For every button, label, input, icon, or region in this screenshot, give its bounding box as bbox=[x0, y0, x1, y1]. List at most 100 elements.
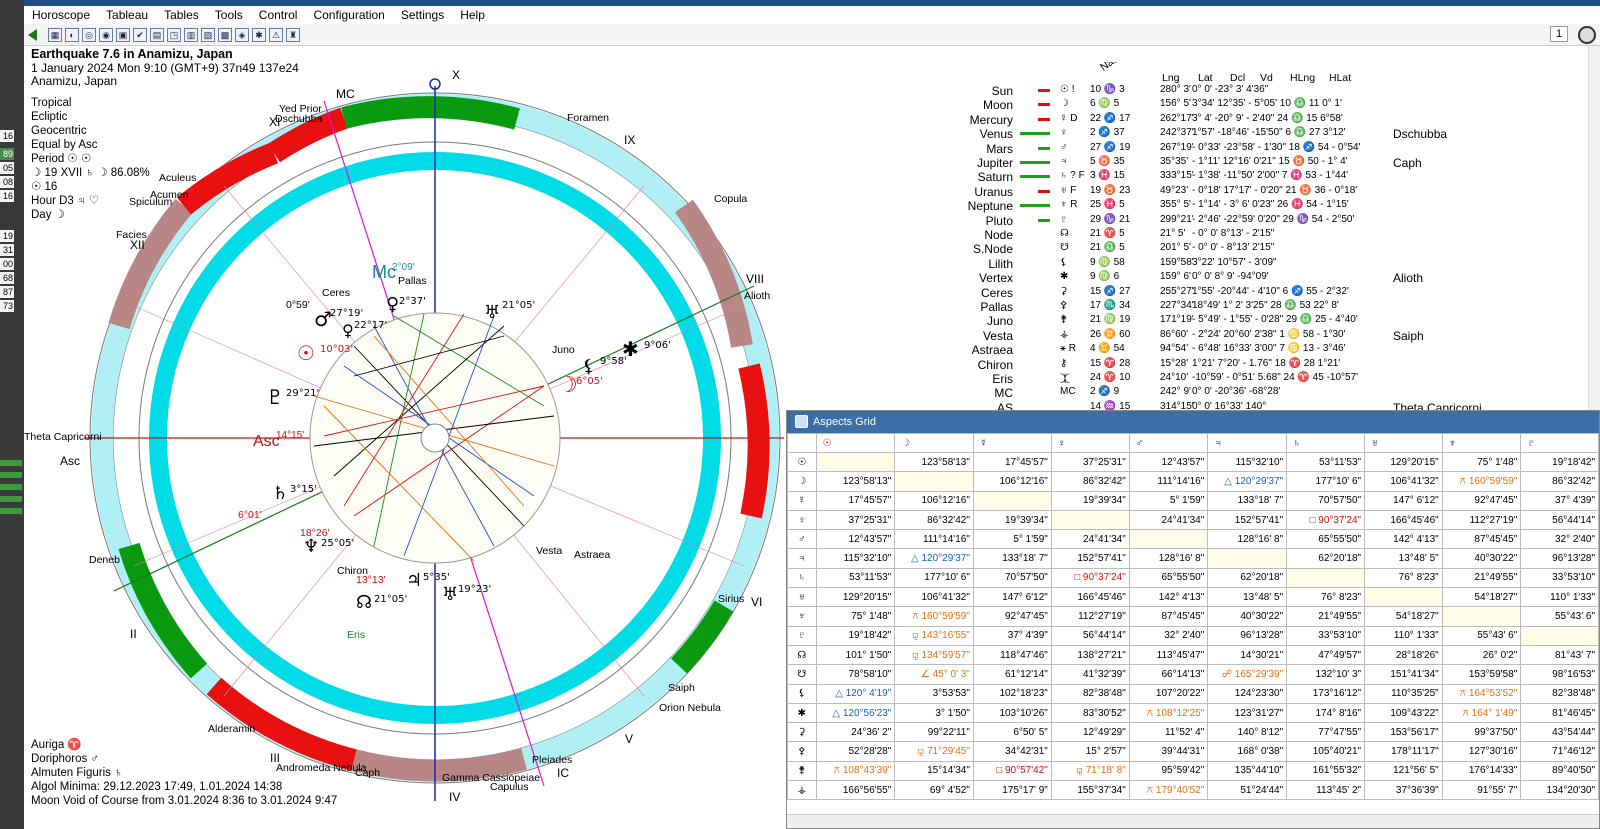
aspect-cell[interactable]: 86°32'42" bbox=[1050, 471, 1130, 492]
planet-row[interactable]: Astraea ⚹ R 4 ♊ 54 94°54' - 6°48' 16°33' 3'0… bbox=[940, 343, 1600, 357]
aspect-cell[interactable] bbox=[894, 471, 974, 492]
aspect-cell[interactable]: 174° 8'16" bbox=[1286, 702, 1366, 724]
aspect-cell[interactable]: 66°14'13" bbox=[1128, 664, 1209, 685]
node-glyph[interactable]: ☊ bbox=[356, 592, 372, 613]
aspect-cell[interactable]: 111°14'16" bbox=[894, 529, 974, 550]
aspect-cell[interactable]: 111°14'16" bbox=[1128, 471, 1209, 492]
aspect-cell[interactable]: 82°38'48" bbox=[1520, 683, 1599, 704]
back-arrow-icon[interactable] bbox=[28, 28, 37, 41]
aspect-cell[interactable]: 19°39'34" bbox=[1050, 490, 1130, 511]
aspect-cell[interactable]: 5° 1'59" bbox=[1128, 490, 1209, 511]
aspect-cell[interactable]: 115°32'10" bbox=[1207, 451, 1288, 473]
aspect-cell[interactable]: 32° 2'40" bbox=[1128, 625, 1209, 646]
aspect-cell[interactable]: 3° 1'50" bbox=[894, 702, 974, 724]
aspect-cell[interactable]: 92°47'45" bbox=[1441, 490, 1522, 511]
aspect-cell[interactable]: 69° 4'52" bbox=[894, 780, 974, 801]
aspect-cell[interactable]: 95°59'42" bbox=[1128, 760, 1209, 782]
aspect-cell[interactable]: 110° 1'33" bbox=[1364, 625, 1443, 646]
aspect-cell[interactable]: 75° 1'48" bbox=[815, 606, 896, 627]
aspect-cell[interactable]: 153°59'58" bbox=[1441, 664, 1522, 685]
aspect-cell[interactable]: 56°44'14" bbox=[1050, 625, 1130, 646]
aspect-cell[interactable]: 106°41'32" bbox=[894, 587, 974, 608]
planet-row[interactable]: Juno ⚵ 21 ♍ 19 171°19' - 5°49' - 1°55' - 0'2… bbox=[940, 314, 1600, 328]
aspect-cell[interactable]: 21°49'55" bbox=[1286, 606, 1366, 627]
aspect-cell[interactable]: 91°55' 7" bbox=[1441, 780, 1522, 801]
aspect-cell[interactable]: 56°44'14" bbox=[1520, 509, 1599, 531]
aspect-cell[interactable]: 140° 8'12" bbox=[1207, 722, 1288, 743]
aspect-cell[interactable]: 124°23'30" bbox=[1207, 683, 1288, 704]
planet-row[interactable]: Vesta ⚶ 26 ♊ 60 86°60' - 2°24' 20°60' 2'38" … bbox=[940, 329, 1600, 343]
aspect-cell[interactable]: 152°57'41" bbox=[1207, 509, 1288, 531]
aspect-cell[interactable]: 55°43' 6" bbox=[1520, 606, 1599, 627]
jupiter-glyph[interactable]: ♃ bbox=[406, 570, 422, 591]
aspect-cell[interactable]: 77°47'55" bbox=[1286, 722, 1366, 743]
aspect-cell[interactable]: 76° 8'23" bbox=[1364, 567, 1443, 589]
aspect-cell[interactable]: 177°10' 6" bbox=[894, 567, 974, 589]
aspect-cell[interactable] bbox=[1520, 625, 1599, 646]
neptune-glyph[interactable]: ♆ bbox=[303, 536, 319, 557]
aspect-cell[interactable]: 75° 1'48" bbox=[1441, 451, 1522, 473]
horizontal-scrollbar[interactable] bbox=[787, 814, 1599, 828]
menu-tools[interactable]: Tools bbox=[207, 6, 251, 24]
aspect-cell[interactable]: 138°27'21" bbox=[1050, 644, 1130, 666]
aspect-cell[interactable]: △ 120°29'37" bbox=[894, 548, 974, 569]
tool-button[interactable]: ◐ bbox=[65, 27, 79, 42]
pluto-glyph[interactable]: ♇ bbox=[266, 385, 284, 409]
aspect-cell[interactable]: 147° 6'12" bbox=[972, 587, 1052, 608]
aspect-cell[interactable]: 17°45'57" bbox=[815, 490, 896, 511]
aspect-cell[interactable]: △ 120° 4'19" bbox=[815, 683, 896, 704]
aspect-cell[interactable]: 107°20'22" bbox=[1128, 683, 1209, 704]
aspect-cell[interactable]: 52°28'28" bbox=[815, 741, 896, 762]
aspect-cell[interactable] bbox=[1050, 509, 1130, 531]
aspect-cell[interactable] bbox=[1364, 587, 1443, 608]
aspect-cell[interactable]: □ 90°37'24" bbox=[1286, 509, 1366, 531]
aspect-cell[interactable]: 175°17' 9" bbox=[972, 780, 1052, 801]
settings-wheel-icon[interactable] bbox=[1578, 26, 1596, 44]
aspect-cell[interactable]: 127°30'16" bbox=[1441, 741, 1522, 762]
aspect-cell[interactable] bbox=[815, 451, 896, 473]
vertex-glyph[interactable]: ✱ bbox=[622, 337, 639, 361]
aspect-cell[interactable]: 3°53'53" bbox=[894, 683, 974, 704]
aspect-cell[interactable]: 17°45'57" bbox=[972, 451, 1052, 473]
aspect-cell[interactable]: 155°37'34" bbox=[1050, 780, 1130, 801]
tool-button[interactable]: ✔ bbox=[133, 27, 147, 42]
aspect-cell[interactable]: 109°43'22" bbox=[1364, 702, 1443, 724]
aspect-cell[interactable]: 26° 0'2" bbox=[1441, 644, 1522, 666]
aspect-cell[interactable]: 142° 4'13" bbox=[1128, 587, 1209, 608]
planet-row[interactable]: Sun ☉ ! 10 ♑ 3 280° 3' 0° 0' -23° 3' 4'36" bbox=[940, 84, 1600, 98]
aspect-cell[interactable]: 115°32'10" bbox=[815, 548, 896, 569]
saturn-glyph[interactable]: ♄ bbox=[272, 483, 288, 504]
planet-row[interactable]: Pluto ♇ 29 ♑ 21 299°21' - 2°46' -22°59' 0'20… bbox=[940, 214, 1600, 228]
tool-button[interactable]: ▤ bbox=[150, 27, 164, 42]
menu-control[interactable]: Control bbox=[251, 6, 306, 24]
aspect-cell[interactable] bbox=[1441, 606, 1522, 627]
aspect-cell[interactable]: 87°45'45" bbox=[1441, 529, 1522, 550]
aspect-cell[interactable]: 98°16'53" bbox=[1520, 664, 1599, 685]
aspect-cell[interactable]: 32° 2'40" bbox=[1520, 529, 1599, 550]
aspect-cell[interactable]: 96°13'28" bbox=[1520, 548, 1599, 569]
chart-wheel[interactable]: X MC Asc IC IV V VI VIII IX XI XII II II… bbox=[24, 46, 794, 806]
aspect-cell[interactable]: □ 90°57'42" bbox=[972, 760, 1052, 782]
aspect-cell[interactable]: 19°39'34" bbox=[972, 509, 1052, 531]
aspect-cell[interactable]: 161°55'32" bbox=[1286, 760, 1366, 782]
aspect-cell[interactable]: 135°44'10" bbox=[1207, 760, 1288, 782]
tool-button[interactable]: ✱ bbox=[252, 27, 266, 42]
uranus-glyph[interactable]: ♅ bbox=[484, 302, 500, 323]
aspect-cell[interactable]: 129°20'15" bbox=[815, 587, 896, 608]
aspect-cell[interactable]: 166°45'46" bbox=[1050, 587, 1130, 608]
aspect-cell[interactable]: 102°18'23" bbox=[972, 683, 1052, 704]
menu-settings[interactable]: Settings bbox=[393, 6, 452, 24]
tool-button[interactable]: ▥ bbox=[184, 27, 198, 42]
aspect-cell[interactable]: 14°30'21" bbox=[1207, 644, 1288, 666]
aspects-grid-window[interactable]: Aspects Grid ☉ ☽ ☿ ♀ ♂ ♃ ♄ ♅ ♆ ♇ ☉ 123°58… bbox=[786, 410, 1600, 829]
aspect-cell[interactable]: 106°12'16" bbox=[972, 471, 1052, 492]
menu-tableau[interactable]: Tableau bbox=[98, 6, 156, 24]
aspect-cell[interactable]: 37°25'31" bbox=[815, 509, 896, 531]
aspect-cell[interactable]: 89°40'50" bbox=[1520, 760, 1599, 782]
aspect-cell[interactable]: 86°32'42" bbox=[1520, 471, 1599, 492]
aspect-cell[interactable]: 70°57'50" bbox=[1286, 490, 1366, 511]
aspect-cell[interactable]: 61°12'14" bbox=[972, 664, 1052, 685]
planet-row[interactable]: Node ☊ 21 ♈ 5 21° 5' - 0° 0' 8°13' - 2'15" bbox=[940, 228, 1600, 242]
aspect-cell[interactable]: 76° 8'23" bbox=[1286, 587, 1366, 608]
menu-tables[interactable]: Tables bbox=[156, 6, 207, 24]
